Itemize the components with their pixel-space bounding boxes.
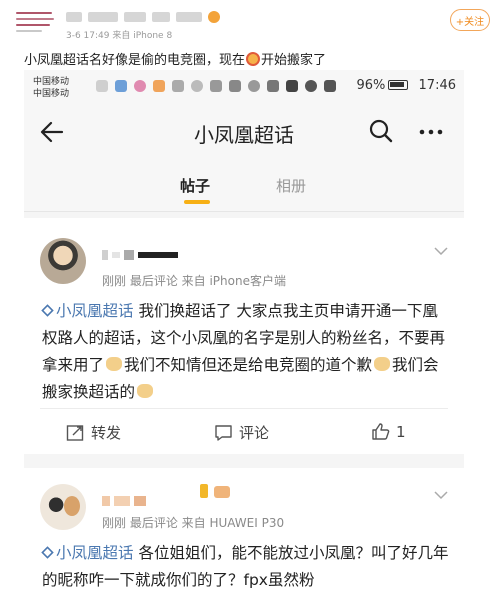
like-button[interactable]: 1: [371, 422, 406, 441]
comment-icon: [215, 425, 232, 441]
more-icon[interactable]: [418, 119, 444, 145]
embedded-screenshot[interactable]: 中国移动 中国移动 96% 17:46 小凤凰超话 帖子 相册 刚刚 最后评论 …: [24, 70, 464, 608]
post-body: 小凤凰超话 我们换超话了 大家点我主页申请开通一下凰权路人的超话，这个小凤凰的名…: [41, 302, 446, 401]
page-title: 小凤凰超话: [194, 123, 294, 147]
repost-icon: [66, 425, 84, 441]
avatar[interactable]: [40, 484, 86, 530]
chevron-down-icon[interactable]: [434, 490, 448, 500]
nav-bar: 小凤凰超话: [24, 104, 464, 160]
post-body: 小凤凰超话 各位姐姐们，能不能放过小凤凰？叫了好几年的昵称咋一下就成你们的了？f…: [41, 544, 449, 589]
tab-bar: 帖子 相册: [24, 160, 464, 212]
clock: 17:46: [418, 78, 456, 93]
topic-link[interactable]: 小凤凰超话: [41, 544, 134, 562]
medal-icon: [200, 484, 230, 498]
post-meta: 刚刚 最后评论 来自 HUAWEI P30: [102, 516, 285, 530]
divider: [40, 408, 448, 409]
hand-emoji-icon: [137, 384, 154, 398]
topic-link[interactable]: 小凤凰超话: [41, 302, 134, 320]
username-obscured[interactable]: [102, 490, 150, 506]
post-meta: 刚刚 最后评论 来自 iPhone客户端: [102, 274, 286, 288]
battery-icon: [388, 80, 409, 90]
post-text: 小凤凰超话名好像是偷的电竞圈，现在 开始搬家了: [24, 52, 327, 68]
post-header: 3-6 17:49 来自 iPhone 8 +关注: [0, 0, 500, 42]
post-meta: 3-6 17:49 来自 iPhone 8: [66, 31, 173, 41]
diamond-icon: [41, 304, 54, 317]
username-obscured[interactable]: [102, 244, 182, 260]
carrier-label: 中国移动 中国移动: [33, 77, 70, 99]
thumbs-up-icon: [372, 423, 390, 440]
active-tab-indicator: [184, 200, 210, 204]
poster-name-obscured[interactable]: [66, 6, 226, 23]
follow-button[interactable]: +关注: [450, 9, 490, 31]
poster-avatar[interactable]: [14, 6, 56, 38]
post-card[interactable]: 刚刚 最后评论 来自 HUAWEI P30 小凤凰超话 各位姐姐们，能不能放过小…: [24, 468, 464, 608]
notification-icons: [96, 80, 336, 92]
status-right: 96% 17:46: [356, 78, 456, 93]
comment-button[interactable]: 评论: [214, 422, 269, 443]
hand-emoji-icon: [374, 357, 391, 371]
tab-posts[interactable]: 帖子: [180, 175, 210, 196]
hand-emoji-icon: [106, 357, 123, 371]
status-bar: 中国移动 中国移动 96% 17:46: [24, 70, 464, 104]
emoji-icon: [246, 52, 261, 66]
tab-album[interactable]: 相册: [276, 175, 306, 196]
search-icon[interactable]: [368, 118, 394, 144]
post-card[interactable]: 刚刚 最后评论 来自 iPhone客户端 小凤凰超话 我们换超话了 大家点我主页…: [24, 218, 464, 454]
repost-button[interactable]: 转发: [66, 422, 121, 443]
chevron-down-icon[interactable]: [434, 246, 448, 256]
avatar[interactable]: [40, 238, 86, 284]
diamond-icon: [41, 546, 54, 559]
